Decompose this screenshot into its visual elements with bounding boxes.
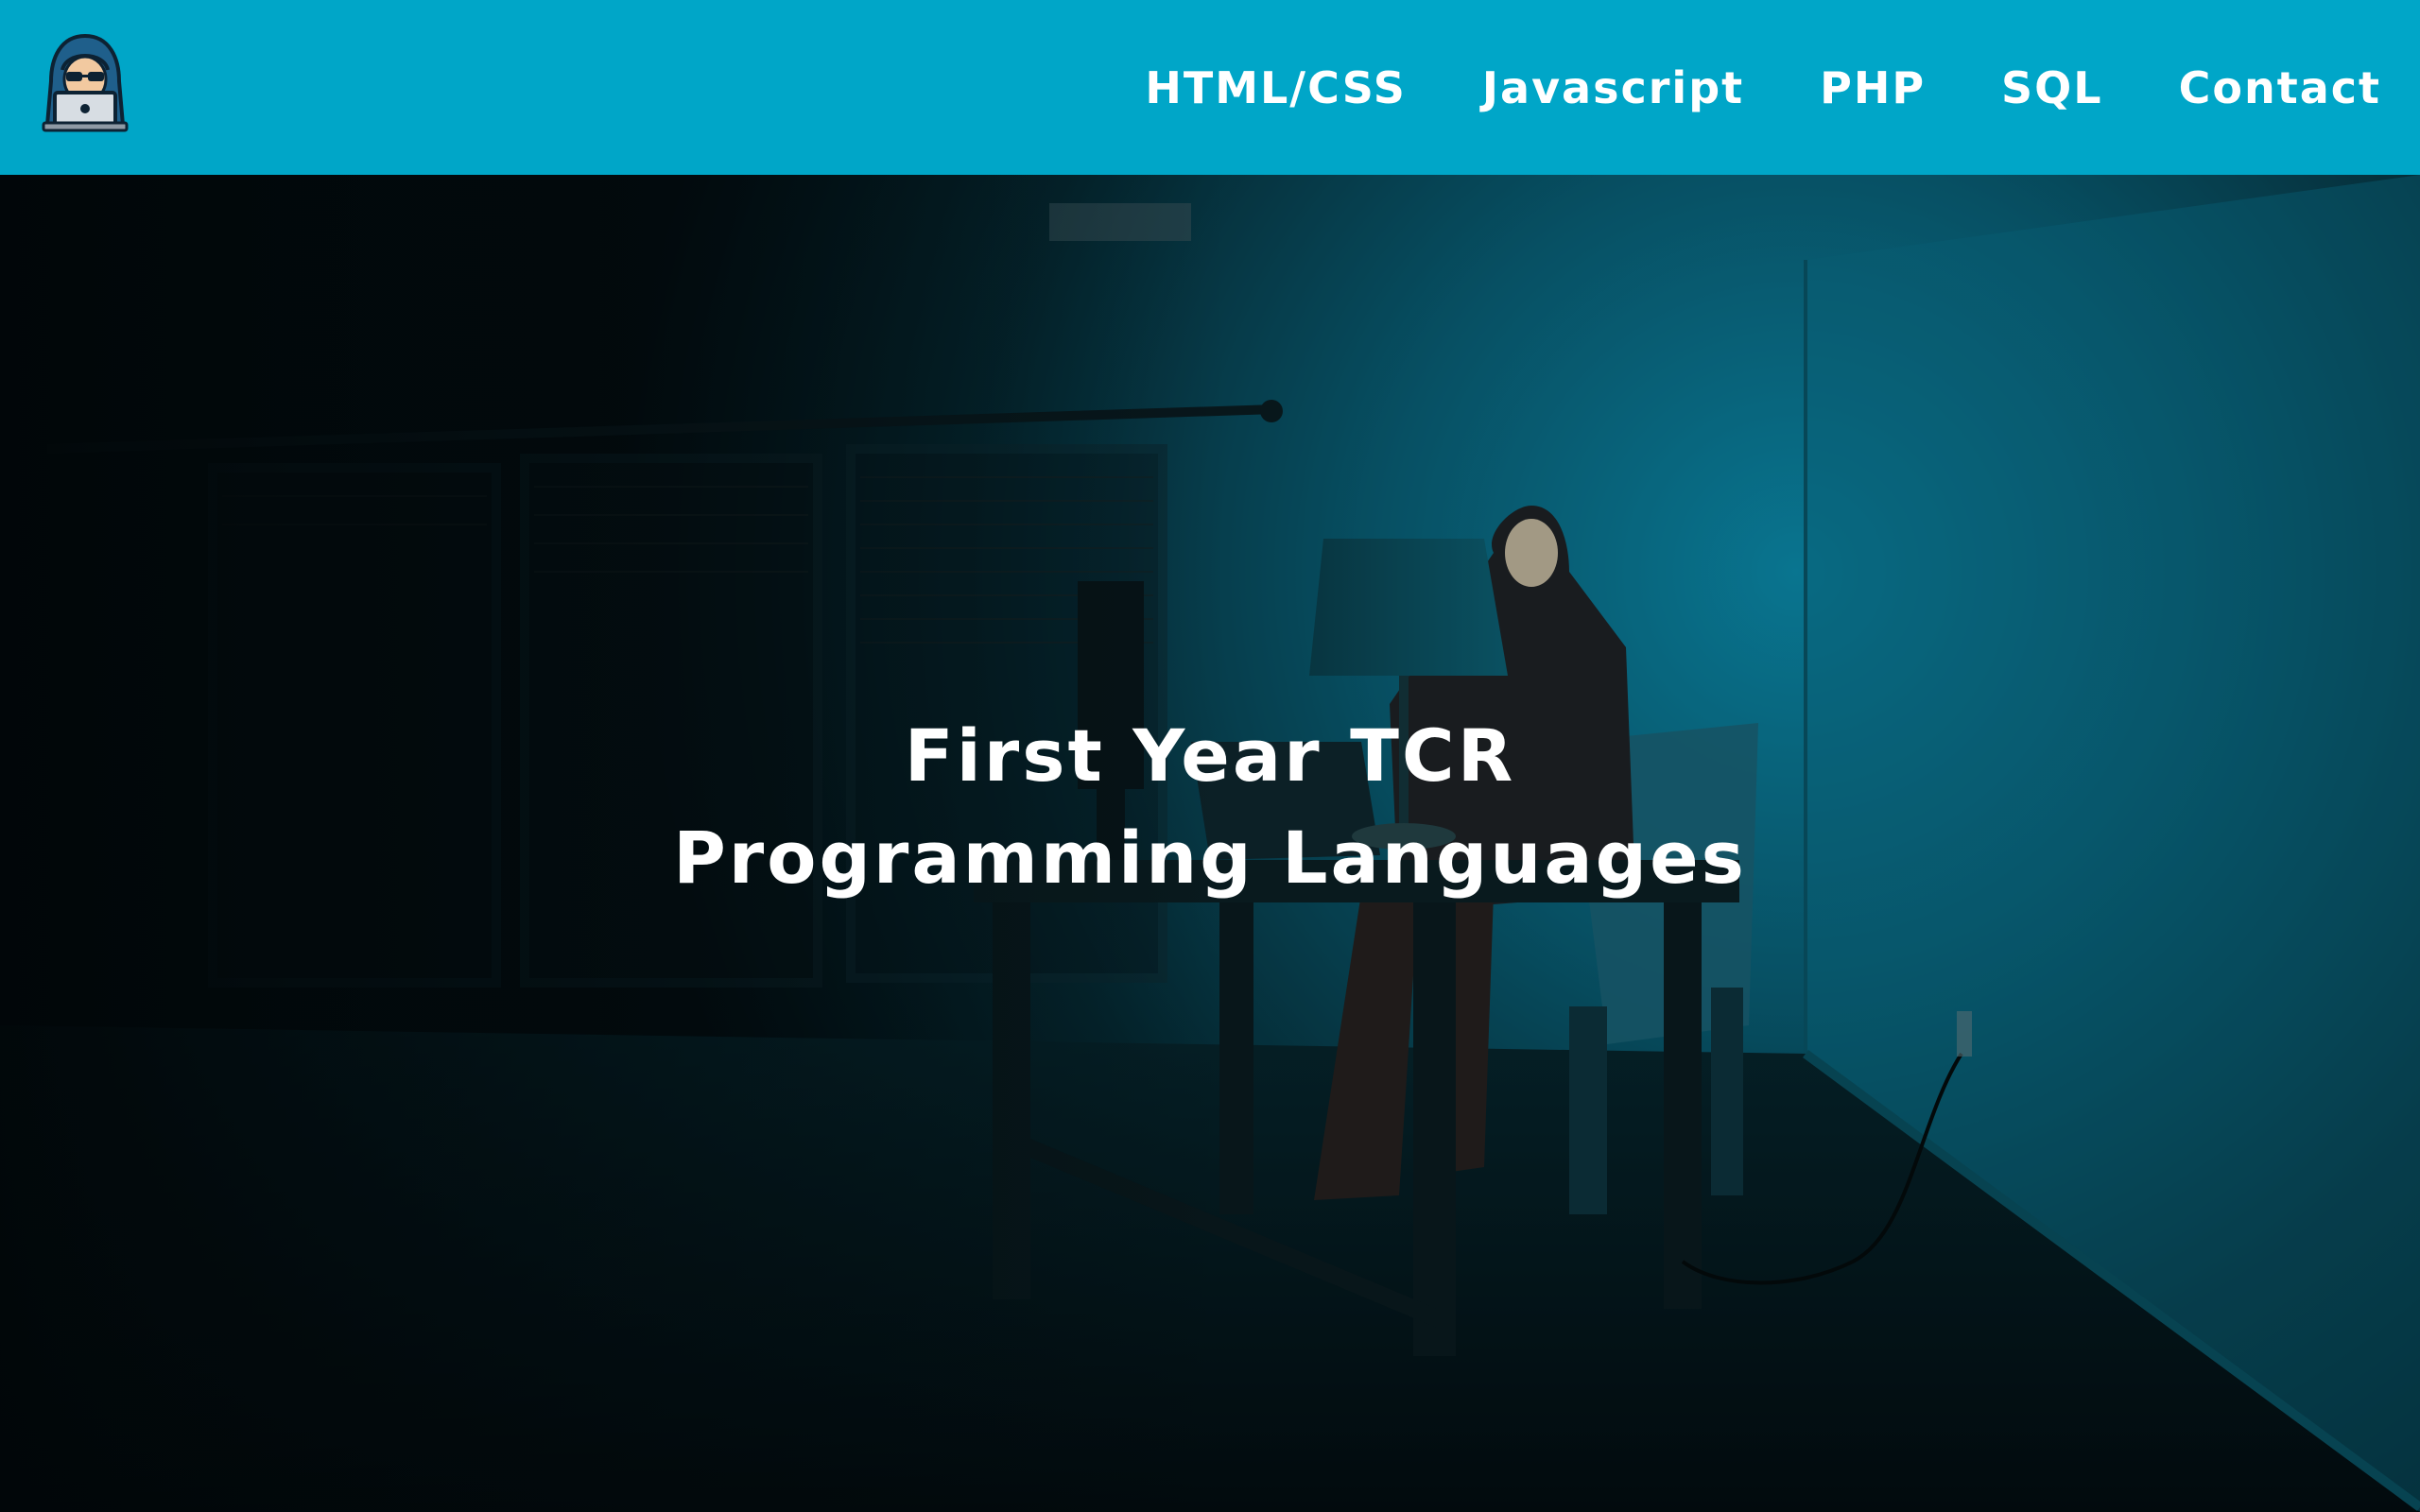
hero-title-line-1: First Year TCR [904, 713, 1516, 798]
nav-item-html-css[interactable]: HTML/CSS [1145, 62, 1407, 113]
site-header: HTML/CSS Javascript PHP SQL Contact [0, 0, 2420, 175]
hacker-logo-icon[interactable] [38, 32, 132, 136]
nav-item-php[interactable]: PHP [1820, 62, 1926, 113]
main-nav: HTML/CSS Javascript PHP SQL Contact [1069, 0, 2381, 175]
hero-title: First Year TCR Programming Languages [0, 705, 2420, 909]
hero-title-line-2: Programming Languages [673, 815, 1747, 900]
nav-item-javascript[interactable]: Javascript [1482, 62, 1744, 113]
hero-section: First Year TCR Programming Languages [0, 175, 2420, 1512]
nav-item-sql[interactable]: SQL [2001, 62, 2103, 113]
page: HTML/CSS Javascript PHP SQL Contact Firs… [0, 0, 2420, 1512]
nav-item-contact[interactable]: Contact [2179, 62, 2381, 113]
